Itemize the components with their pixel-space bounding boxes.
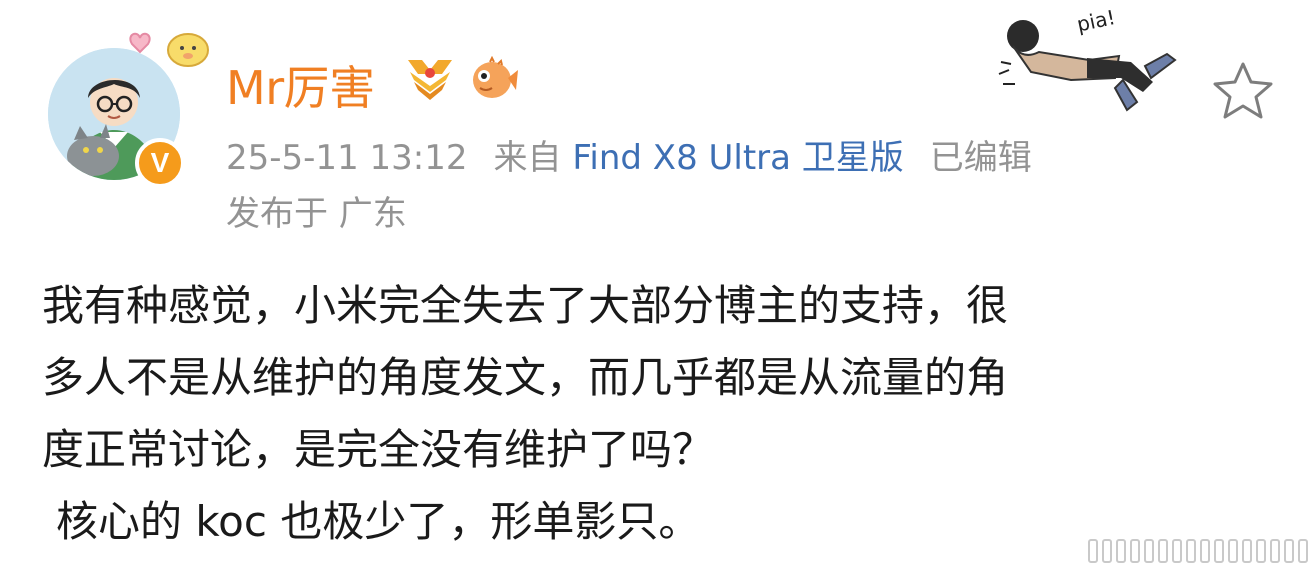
edited-label[interactable]: 已编辑 [930, 138, 1032, 178]
pufferfish-icon[interactable] [468, 56, 520, 102]
post-location: 发布于 广东 [226, 194, 407, 234]
pia-sticker-icon: pia! [998, 5, 1177, 112]
star-outline-icon[interactable] [1210, 58, 1276, 124]
post-meta: 25-5-11 13:12 来自 Find X8 Ultra 卫星版 已编辑 [226, 130, 1032, 179]
content-line: 多人不是从维护的角度发文，而几乎都是从流量的角 [42, 353, 1009, 402]
source-device-link[interactable]: Find X8 Ultra 卫星版 [572, 138, 903, 178]
avatar-area[interactable]: V [40, 20, 209, 188]
watermark [1088, 538, 1308, 564]
post-timestamp: 25-5-11 13:12 [226, 138, 468, 178]
post-content: 我有种感觉，小米完全失去了大部分博主的支持，很 多人不是从维护的角度发文，而几乎… [42, 270, 1282, 558]
content-line: 我有种感觉，小米完全失去了大部分博主的支持，很 [42, 281, 1009, 330]
gold-chevron-medal-icon[interactable] [404, 56, 456, 102]
username[interactable]: Mr厉害 [226, 52, 375, 118]
source-prefix: 来自 [493, 138, 562, 178]
content-paragraph-1: 我有种感觉，小米完全失去了大部分博主的支持，很 多人不是从维护的角度发文，而几乎… [42, 270, 1282, 486]
weibo-post: V Mr厉害 25-5-11 13:12 来自 Find X8 Ultra 卫星版… [0, 0, 1315, 572]
content-line: 度正常讨论，是完全没有维护了吗？ [42, 425, 715, 474]
verified-badge: V [135, 138, 185, 188]
verified-v-icon: V [150, 147, 170, 178]
sticker-text: pia! [1075, 5, 1118, 36]
user-badges [404, 56, 520, 102]
